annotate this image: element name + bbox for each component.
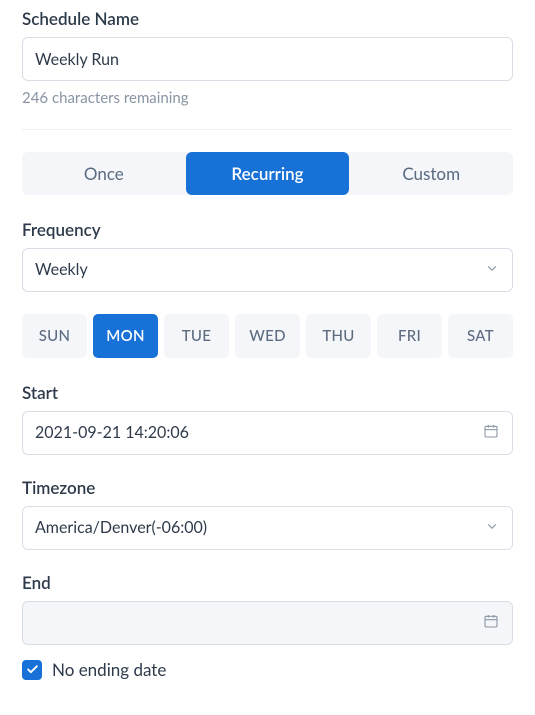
end-datetime-input[interactable] [22, 601, 513, 645]
timezone-field: Timezone America/Denver(-06:00) [22, 477, 513, 550]
day-tue[interactable]: TUE [164, 314, 229, 358]
timezone-select[interactable]: America/Denver(-06:00) [22, 506, 513, 550]
tab-recurring[interactable]: Recurring [186, 152, 350, 195]
no-ending-date-checkbox[interactable] [22, 660, 42, 680]
start-datetime-input[interactable]: 2021-09-21 14:20:06 [22, 411, 513, 455]
schedule-name-field: Schedule Name 246 characters remaining [22, 8, 513, 107]
day-fri[interactable]: FRI [377, 314, 442, 358]
no-ending-date-label[interactable]: No ending date [52, 659, 166, 680]
frequency-value: Weekly [22, 248, 513, 292]
no-ending-date-row: No ending date [22, 659, 513, 680]
day-wed[interactable]: WED [235, 314, 300, 358]
day-thu[interactable]: THU [306, 314, 371, 358]
day-mon[interactable]: MON [93, 314, 158, 358]
end-field: End No ending date [22, 572, 513, 680]
frequency-select[interactable]: Weekly [22, 248, 513, 292]
recurrence-tabs: Once Recurring Custom [22, 152, 513, 195]
start-field: Start 2021-09-21 14:20:06 [22, 382, 513, 455]
start-value: 2021-09-21 14:20:06 [22, 411, 513, 455]
day-sat[interactable]: SAT [448, 314, 513, 358]
day-of-week-group: SUN MON TUE WED THU FRI SAT [22, 314, 513, 358]
schedule-name-hint: 246 characters remaining [22, 89, 513, 107]
day-sun[interactable]: SUN [22, 314, 87, 358]
schedule-name-input[interactable] [22, 37, 513, 81]
start-label: Start [22, 382, 513, 403]
timezone-label: Timezone [22, 477, 513, 498]
schedule-name-label: Schedule Name [22, 8, 513, 29]
timezone-value: America/Denver(-06:00) [22, 506, 513, 550]
tab-custom[interactable]: Custom [349, 152, 513, 195]
frequency-label: Frequency [22, 219, 513, 240]
tab-once[interactable]: Once [22, 152, 186, 195]
end-value [22, 601, 513, 645]
end-label: End [22, 572, 513, 593]
frequency-field: Frequency Weekly [22, 219, 513, 292]
section-divider [22, 129, 513, 130]
